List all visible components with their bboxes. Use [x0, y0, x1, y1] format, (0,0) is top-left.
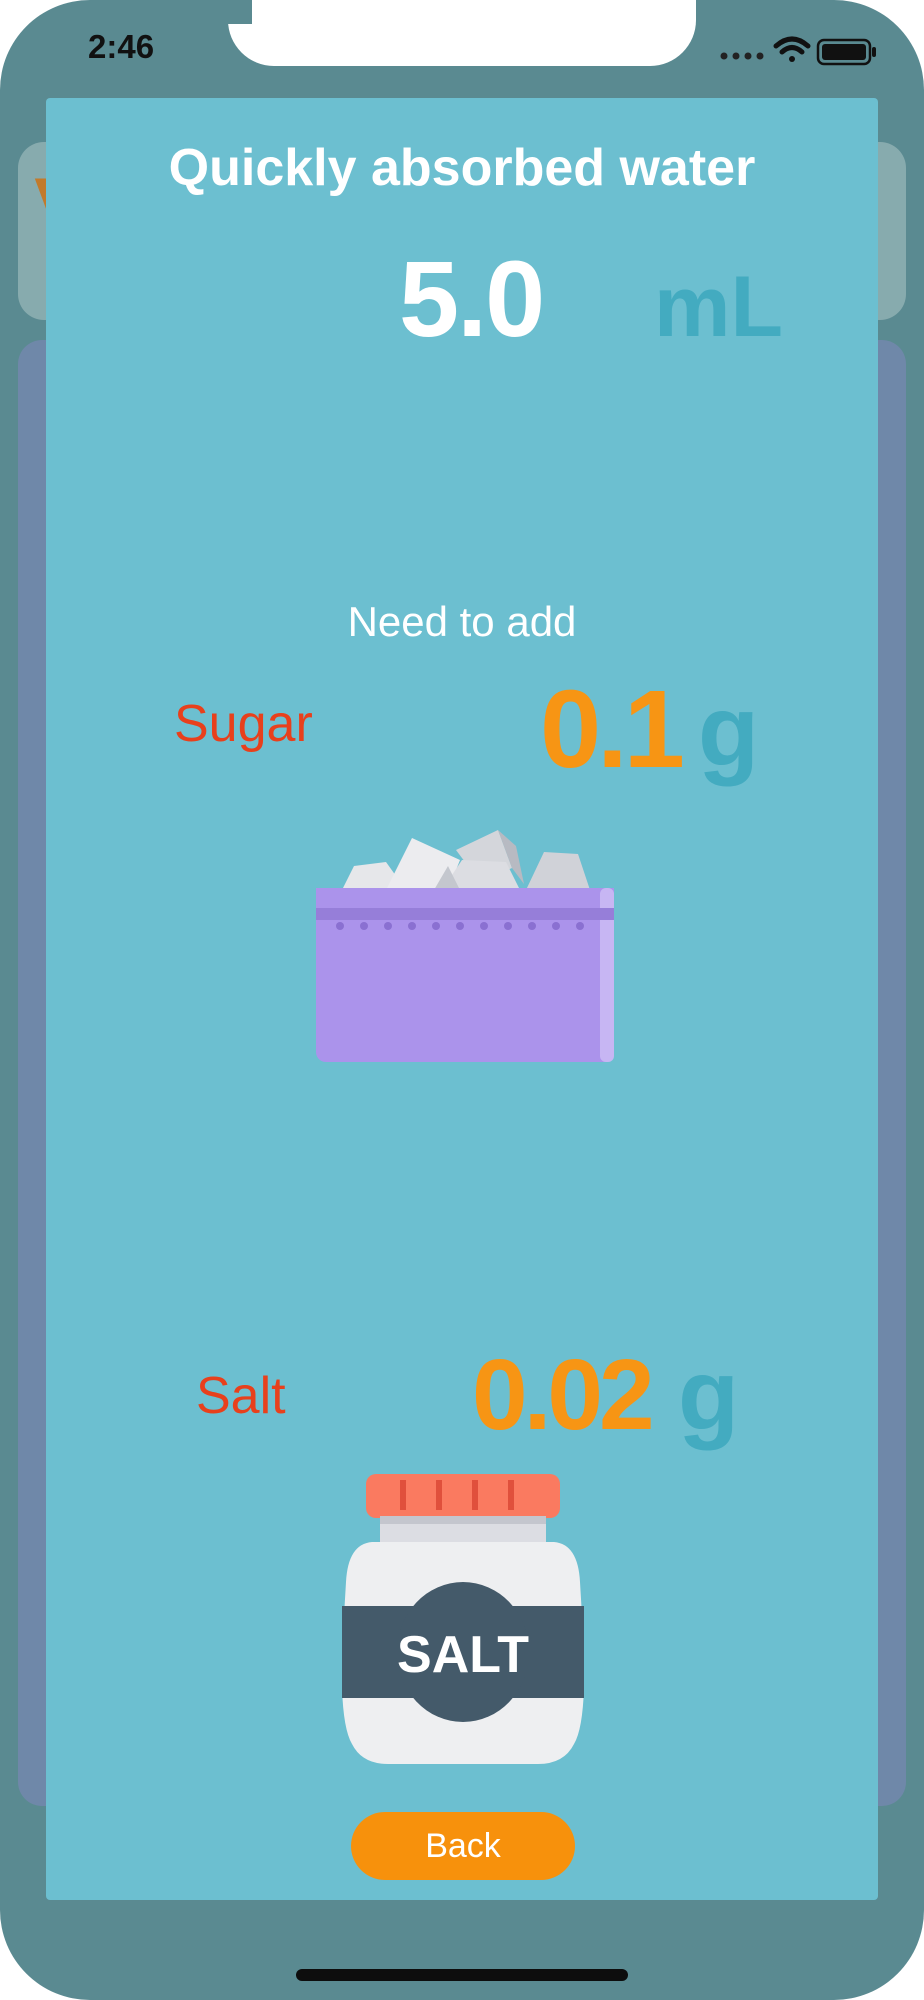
sugar-unit: g	[698, 675, 760, 787]
sugar-label: Sugar	[174, 695, 313, 753]
salt-label: Salt	[196, 1367, 286, 1425]
volume-unit: mL	[654, 259, 783, 355]
status-bar-icons	[720, 36, 876, 66]
status-time: 2:46	[88, 28, 155, 65]
volume-value: 5.0	[399, 238, 545, 359]
salt-jar-label: SALT	[397, 1626, 529, 1684]
salt-amount: 0.02	[472, 1339, 655, 1451]
result-modal: Quickly absorbed water 5.0 mL Need to ad…	[46, 98, 878, 1900]
salt-jar-icon: SALT	[342, 1474, 584, 1764]
modal-title: Quickly absorbed water	[168, 139, 756, 197]
wifi-icon	[773, 36, 811, 62]
sugar-amount: 0.1	[540, 668, 685, 791]
home-indicator[interactable]	[296, 1969, 628, 1981]
back-button[interactable]: Back	[351, 1812, 575, 1880]
salt-unit: g	[678, 1339, 740, 1451]
signal-icon	[720, 52, 764, 60]
status-icons	[718, 34, 878, 66]
need-to-add-label: Need to add	[347, 598, 577, 645]
device-notch	[228, 0, 696, 66]
phone-screen: 2:46 V Quickly absorbed water 5.0 mL Nee…	[0, 0, 924, 2000]
sugar-bowl-icon	[316, 830, 614, 1062]
battery-icon	[816, 38, 876, 66]
